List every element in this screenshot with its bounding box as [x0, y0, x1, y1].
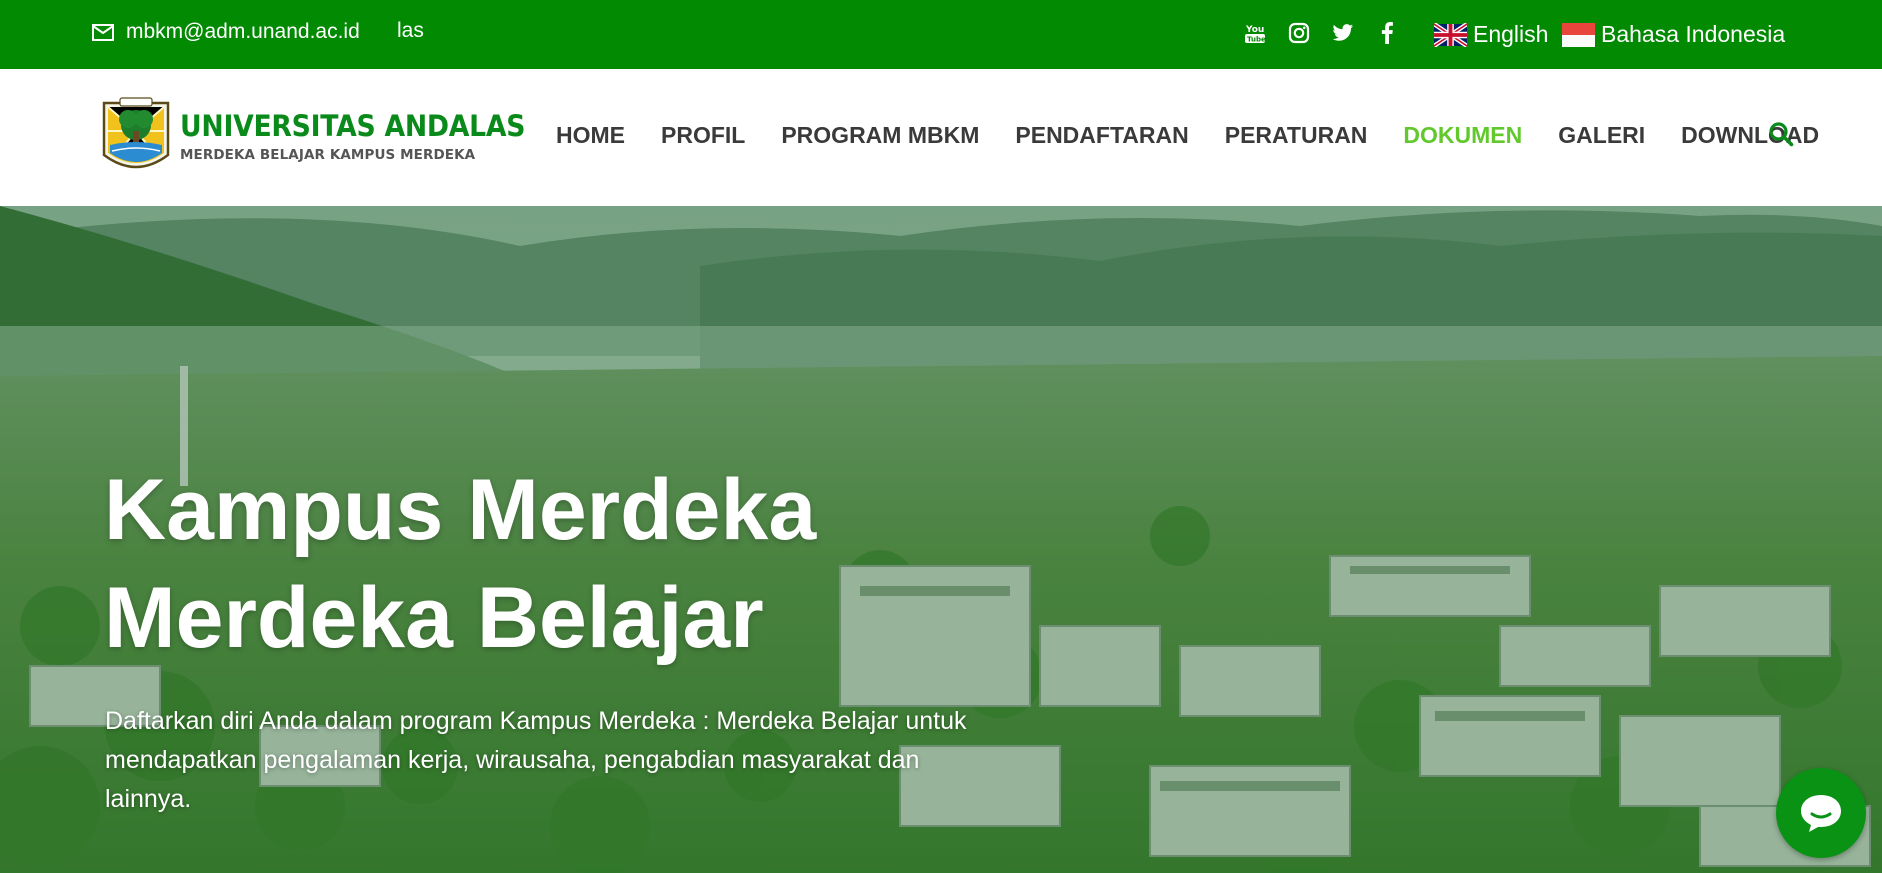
nav-item-pendaftaran[interactable]: PENDAFTARAN: [1015, 122, 1188, 149]
nav-item-peraturan[interactable]: PERATURAN: [1225, 122, 1368, 149]
email-contact[interactable]: mbkm@adm.unand.ac.id: [92, 20, 360, 44]
email-text: mbkm@adm.unand.ac.id: [126, 20, 360, 43]
youtube-icon[interactable]: You Tube: [1244, 20, 1266, 46]
chat-button[interactable]: [1776, 768, 1866, 858]
uk-flag-icon: [1434, 22, 1467, 47]
brand-name: UNIVERSITAS ANDALAS: [180, 108, 526, 143]
hero-title-line2: Merdeka Belajar: [104, 570, 764, 666]
hero-description: Daftarkan diri Anda dalam program Kampus…: [105, 707, 967, 813]
language-indonesia-label: Bahasa Indonesia: [1601, 21, 1786, 47]
site-logo[interactable]: UNIVERSITAS ANDALAS MERDEKA BELAJAR KAMP…: [100, 95, 555, 179]
nav-item-dokumen[interactable]: DOKUMEN: [1403, 122, 1522, 149]
language-indonesia[interactable]: Bahasa Indonesia: [1562, 21, 1785, 48]
indonesia-flag-icon: [1562, 22, 1595, 47]
nav-item-home[interactable]: HOME: [556, 122, 625, 149]
nav-menu: HOME PROFIL PROGRAM MBKM PENDAFTARAN PER…: [556, 122, 1855, 149]
hero-banner: Kampus Merdeka Merdeka Belajar Daftarkan…: [0, 206, 1882, 873]
nav-item-profil[interactable]: PROFIL: [661, 122, 745, 149]
topbar-extra-text: las: [397, 19, 424, 42]
svg-text:Tube: Tube: [1247, 36, 1266, 44]
nav-item-download[interactable]: DOWNLOAD: [1681, 122, 1819, 149]
language-english[interactable]: English: [1434, 21, 1548, 48]
social-links: You Tube: [1244, 20, 1398, 46]
language-english-label: English: [1473, 21, 1549, 47]
brand-tagline: MERDEKA BELAJAR KAMPUS MERDEKA: [180, 146, 476, 163]
hero-title-line1: Kampus Merdeka: [104, 462, 817, 558]
hero-title: Kampus Merdeka Merdeka Belajar: [104, 456, 816, 672]
nav-item-program-mbkm[interactable]: PROGRAM MBKM: [781, 122, 979, 149]
facebook-icon[interactable]: [1376, 20, 1398, 46]
chat-bubble-icon: [1801, 795, 1841, 832]
nav-item-galeri[interactable]: GALERI: [1558, 122, 1645, 149]
main-navbar: UNIVERSITAS ANDALAS MERDEKA BELAJAR KAMP…: [0, 69, 1882, 206]
mail-icon: [92, 23, 114, 41]
university-emblem-icon: [102, 97, 170, 169]
twitter-icon[interactable]: [1332, 20, 1354, 46]
top-bar: mbkm@adm.unand.ac.id las You Tube English…: [0, 0, 1882, 69]
svg-text:You: You: [1245, 25, 1264, 35]
search-icon[interactable]: [1768, 121, 1794, 147]
instagram-icon[interactable]: [1288, 20, 1310, 46]
